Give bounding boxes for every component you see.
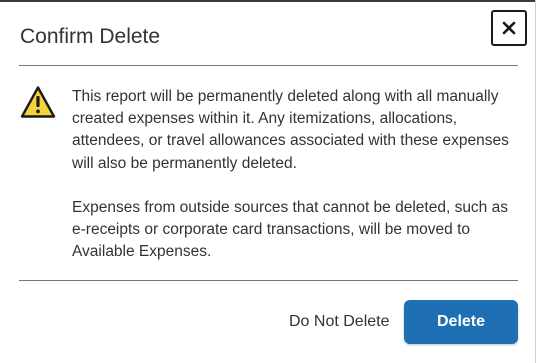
delete-button[interactable]: Delete	[404, 300, 518, 344]
dialog-message: This report will be permanently deleted …	[72, 86, 522, 263]
do-not-delete-button[interactable]: Do Not Delete	[285, 310, 394, 334]
dialog-top-border	[0, 0, 536, 2]
close-button[interactable]	[491, 10, 527, 46]
message-paragraph-1: This report will be permanently deleted …	[72, 88, 509, 172]
dialog-title: Confirm Delete	[20, 25, 161, 48]
close-icon	[502, 21, 516, 35]
header-divider	[19, 65, 518, 66]
footer-divider	[19, 280, 518, 281]
warning-triangle-icon	[20, 86, 56, 118]
confirm-delete-dialog: Confirm Delete This report will be perma…	[0, 0, 536, 363]
message-paragraph-2: Expenses from outside sources that canno…	[72, 198, 508, 261]
